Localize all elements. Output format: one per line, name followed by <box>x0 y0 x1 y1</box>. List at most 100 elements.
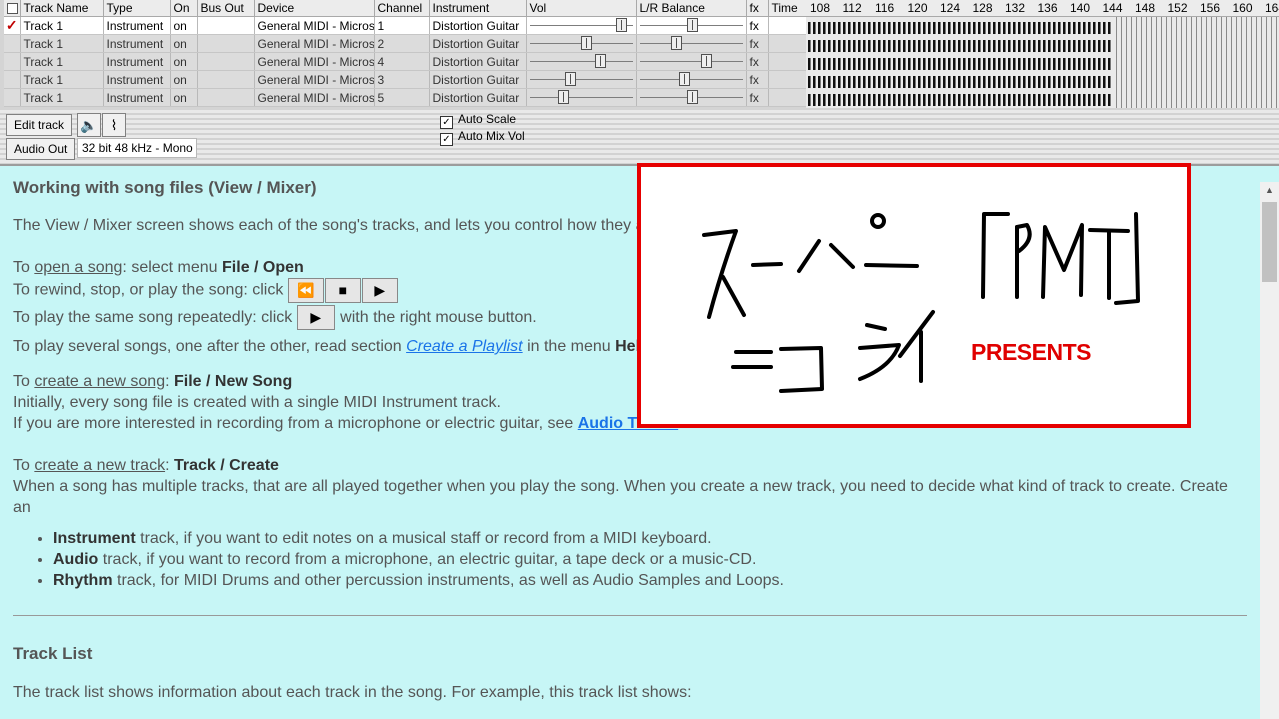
balance-knob[interactable] <box>670 36 682 50</box>
volume-slider[interactable] <box>526 70 637 89</box>
track-bus-cell[interactable] <box>197 70 255 89</box>
lane-4[interactable] <box>808 76 1112 88</box>
col-type[interactable]: Type <box>103 0 171 17</box>
track-channel-cell[interactable]: 3 <box>374 70 430 89</box>
col-on[interactable]: On <box>170 0 198 17</box>
track-select-checkbox[interactable] <box>4 34 21 53</box>
create-playlist-link[interactable]: Create a Playlist <box>406 338 523 355</box>
track-bus-cell[interactable] <box>197 88 255 107</box>
track-name-cell[interactable]: Track 1 <box>20 88 104 107</box>
balance-slider[interactable] <box>636 88 747 107</box>
track-row[interactable]: Track 1 Instrument on General MIDI - Micros… <box>4 52 807 71</box>
open-song-link[interactable]: open a song <box>34 259 122 276</box>
volume-knob[interactable] <box>595 54 607 68</box>
lane-5[interactable] <box>808 94 1112 106</box>
volume-knob[interactable] <box>581 36 593 50</box>
track-instrument-cell[interactable]: Distortion Guitar <box>429 70 527 89</box>
track-type-cell[interactable]: Instrument <box>103 70 171 89</box>
track-device-cell[interactable]: General MIDI - Microso <box>254 70 375 89</box>
track-row[interactable]: Track 1 Instrument on General MIDI - Micros… <box>4 70 807 89</box>
track-on-cell[interactable]: on <box>170 52 198 71</box>
track-channel-cell[interactable]: 2 <box>374 34 430 53</box>
track-row[interactable]: ✓ Track 1 Instrument on General MIDI - Micro… <box>4 16 807 35</box>
measure-ruler[interactable]: 108 112 116 120 124 128 132 136 140 144 148 152 156 1… <box>806 0 1279 17</box>
volume-knob[interactable] <box>557 90 569 104</box>
scroll-thumb[interactable] <box>1262 202 1277 282</box>
play-repeat-icon[interactable]: ▶ <box>296 305 335 330</box>
create-track-link[interactable]: create a new track <box>34 457 165 474</box>
audio-format-field[interactable]: 32 bit 48 kHz - Mono <box>77 138 197 158</box>
track-row[interactable]: Track 1 Instrument on General MIDI - Micros… <box>4 34 807 53</box>
track-channel-cell[interactable]: 4 <box>374 52 430 71</box>
track-on-cell[interactable]: on <box>170 88 198 107</box>
track-device-cell[interactable]: General MIDI - Microso <box>254 16 375 35</box>
track-name-cell[interactable]: Track 1 <box>20 34 104 53</box>
track-row[interactable]: Track 1 Instrument on General MIDI - Micros… <box>4 88 807 107</box>
track-select-checkbox[interactable] <box>4 88 21 107</box>
track-bus-cell[interactable] <box>197 16 255 35</box>
select-all-checkbox[interactable] <box>4 0 21 17</box>
balance-slider[interactable] <box>636 52 747 71</box>
balance-slider[interactable] <box>636 16 747 35</box>
create-song-link[interactable]: create a new song <box>34 373 165 390</box>
volume-slider[interactable] <box>526 16 637 35</box>
track-type-cell[interactable]: Instrument <box>103 16 171 35</box>
balance-slider[interactable] <box>636 70 747 89</box>
timeline[interactable]: 108 112 116 120 124 128 132 136 140 144 148 152 156 1… <box>806 0 1279 108</box>
track-device-cell[interactable]: General MIDI - Microso <box>254 88 375 107</box>
track-select-checkbox[interactable]: ✓ <box>4 16 21 35</box>
edit-track-button[interactable]: Edit track <box>6 114 73 136</box>
track-fx-cell[interactable]: fx <box>746 88 769 107</box>
lane-1[interactable] <box>808 22 1112 34</box>
volume-slider[interactable] <box>526 34 637 53</box>
col-channel[interactable]: Channel <box>374 0 430 17</box>
track-device-cell[interactable]: General MIDI - Microso <box>254 52 375 71</box>
col-instrument[interactable]: Instrument <box>429 0 527 17</box>
track-instrument-cell[interactable]: Distortion Guitar <box>429 52 527 71</box>
stop-icon[interactable]: ■ <box>324 278 361 303</box>
lane-3[interactable] <box>808 58 1112 70</box>
track-bus-cell[interactable] <box>197 34 255 53</box>
vertical-scrollbar[interactable]: ▲ <box>1260 182 1279 719</box>
audio-out-button[interactable]: Audio Out <box>6 138 76 160</box>
track-name-cell[interactable]: Track 1 <box>20 16 104 35</box>
track-type-cell[interactable]: Instrument <box>103 88 171 107</box>
balance-knob[interactable] <box>686 90 698 104</box>
rewind-icon[interactable]: ⏪ <box>287 278 324 303</box>
track-fx-cell[interactable]: fx <box>746 70 769 89</box>
scroll-up-icon[interactable]: ▲ <box>1260 182 1279 199</box>
track-instrument-cell[interactable]: Distortion Guitar <box>429 88 527 107</box>
track-instrument-cell[interactable]: Distortion Guitar <box>429 16 527 35</box>
auto-mix-vol-checkbox[interactable]: ✓ Auto Mix Vol <box>440 129 525 146</box>
balance-knob[interactable] <box>678 72 690 86</box>
track-fx-cell[interactable]: fx <box>746 52 769 71</box>
track-device-cell[interactable]: General MIDI - Microso <box>254 34 375 53</box>
tuning-fork-icon[interactable]: ⌇ <box>102 113 126 137</box>
balance-knob[interactable] <box>700 54 712 68</box>
play-icon[interactable]: ▶ <box>361 278 398 303</box>
col-time[interactable]: Time <box>768 0 807 17</box>
col-vol[interactable]: Vol <box>526 0 637 17</box>
track-on-cell[interactable]: on <box>170 34 198 53</box>
volume-knob[interactable] <box>565 72 577 86</box>
track-select-checkbox[interactable] <box>4 52 21 71</box>
col-fx[interactable]: fx <box>746 0 769 17</box>
track-type-cell[interactable]: Instrument <box>103 52 171 71</box>
track-fx-cell[interactable]: fx <box>746 34 769 53</box>
track-instrument-cell[interactable]: Distortion Guitar <box>429 34 527 53</box>
col-balance[interactable]: L/R Balance <box>636 0 747 17</box>
track-type-cell[interactable]: Instrument <box>103 34 171 53</box>
col-device[interactable]: Device <box>254 0 375 17</box>
lane-2[interactable] <box>808 40 1112 52</box>
volume-slider[interactable] <box>526 52 637 71</box>
balance-knob[interactable] <box>686 18 698 32</box>
volume-slider[interactable] <box>526 88 637 107</box>
track-name-cell[interactable]: Track 1 <box>20 52 104 71</box>
speaker-icon[interactable]: 🔈 <box>77 113 101 137</box>
track-lanes[interactable] <box>806 17 1279 108</box>
track-channel-cell[interactable]: 1 <box>374 16 430 35</box>
track-on-cell[interactable]: on <box>170 16 198 35</box>
track-name-cell[interactable]: Track 1 <box>20 70 104 89</box>
volume-knob[interactable] <box>615 18 627 32</box>
track-fx-cell[interactable]: fx <box>746 16 769 35</box>
